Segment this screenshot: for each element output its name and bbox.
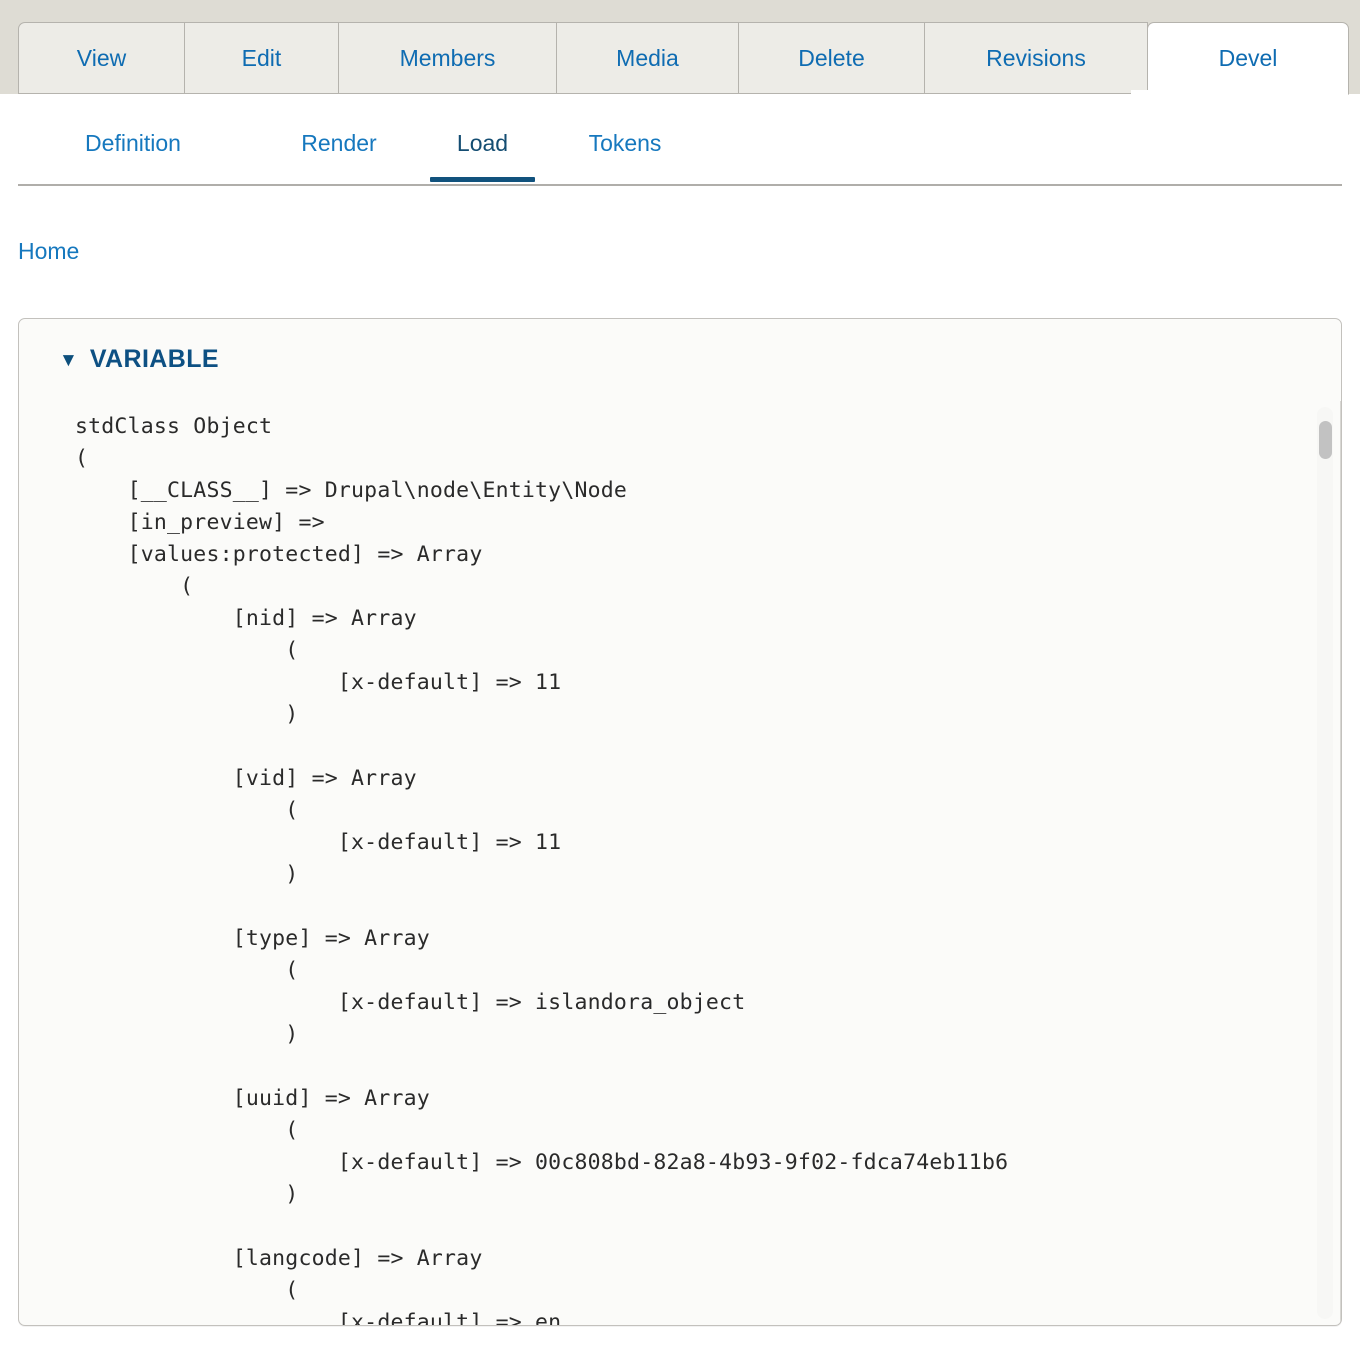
primary-tab-list: View Edit Members Media Delete Revisions… bbox=[18, 22, 1349, 94]
variable-dump-text: stdClass Object ( [__CLASS__] => Drupal\… bbox=[19, 401, 1341, 1326]
tab-load-label: Load bbox=[457, 130, 508, 157]
tab-load[interactable]: Load bbox=[430, 126, 535, 182]
breadcrumb-item-home[interactable]: Home bbox=[18, 238, 79, 264]
active-tab-joint bbox=[1131, 90, 1329, 96]
secondary-tab-divider bbox=[18, 184, 1342, 186]
tab-tokens[interactable]: Tokens bbox=[535, 126, 715, 182]
tab-view-label: View bbox=[77, 45, 126, 72]
tab-media-label: Media bbox=[616, 45, 679, 72]
secondary-tab-bar: Definition Render Load Tokens bbox=[0, 94, 1360, 186]
tab-definition-label: Definition bbox=[85, 130, 181, 157]
tab-delete-label: Delete bbox=[798, 45, 864, 72]
tab-devel-label: Devel bbox=[1219, 45, 1278, 72]
secondary-tab-list: Definition Render Load Tokens bbox=[18, 126, 715, 186]
variable-collapse-toggle[interactable]: ▼ VARIABLE bbox=[59, 345, 219, 374]
tab-revisions[interactable]: Revisions bbox=[924, 22, 1148, 94]
tab-devel[interactable]: Devel bbox=[1147, 22, 1349, 95]
tab-tokens-label: Tokens bbox=[589, 130, 662, 157]
tab-render[interactable]: Render bbox=[248, 126, 430, 182]
tab-edit[interactable]: Edit bbox=[184, 22, 338, 94]
primary-tab-bar: View Edit Members Media Delete Revisions… bbox=[0, 0, 1360, 94]
tab-render-label: Render bbox=[301, 130, 376, 157]
variable-dump-scroll-area[interactable]: stdClass Object ( [__CLASS__] => Drupal\… bbox=[19, 401, 1341, 1326]
variable-panel-title: VARIABLE bbox=[90, 345, 219, 374]
tab-view[interactable]: View bbox=[18, 22, 184, 94]
tab-members[interactable]: Members bbox=[338, 22, 556, 94]
vertical-scrollbar[interactable] bbox=[1317, 407, 1333, 1319]
breadcrumb: Home bbox=[18, 238, 79, 265]
tab-revisions-label: Revisions bbox=[986, 45, 1086, 72]
variable-panel: ▼ VARIABLE stdClass Object ( [__CLASS__]… bbox=[18, 318, 1342, 1326]
triangle-down-icon[interactable]: ▼ bbox=[59, 351, 78, 370]
tab-definition[interactable]: Definition bbox=[18, 126, 248, 182]
tab-media[interactable]: Media bbox=[556, 22, 738, 94]
panel-inner-edge bbox=[1340, 401, 1341, 1326]
tab-edit-label: Edit bbox=[242, 45, 282, 72]
tab-members-label: Members bbox=[400, 45, 496, 72]
scrollbar-thumb[interactable] bbox=[1319, 421, 1332, 459]
tab-delete[interactable]: Delete bbox=[738, 22, 924, 94]
